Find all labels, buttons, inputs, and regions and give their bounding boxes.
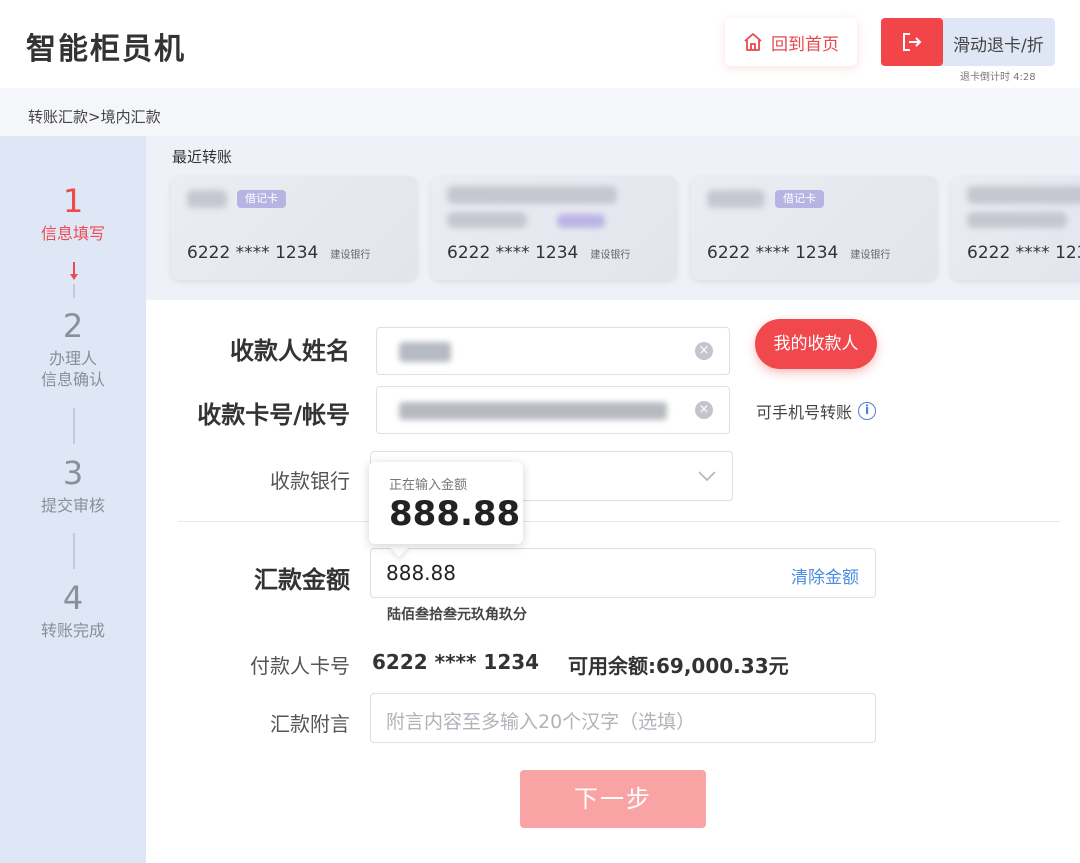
- card-number-text: 6222 **** 1234: [707, 243, 839, 263]
- blurred-name: [447, 212, 527, 228]
- card-bank: 建设银行: [330, 250, 371, 261]
- recent-card[interactable]: 6222 **** 1234 建设银行: [431, 176, 677, 280]
- payee-name-input[interactable]: ×: [376, 327, 730, 375]
- step-number: 1: [62, 182, 84, 220]
- clear-amount-link[interactable]: 清除金额: [791, 563, 859, 588]
- card-number: 6222 **** 1234: [967, 243, 1080, 263]
- payer-card-label: 付款人卡号: [250, 654, 350, 678]
- my-payee-button[interactable]: 我的收款人: [755, 319, 877, 369]
- clear-input-icon[interactable]: ×: [695, 342, 713, 360]
- blurred-badge: [557, 214, 605, 228]
- exit-label: 滑动退卡/折: [953, 36, 1044, 56]
- blurred-name: [967, 186, 1080, 204]
- home-button[interactable]: 回到首页: [725, 18, 857, 66]
- amount-label: 汇款金额: [254, 566, 350, 594]
- step-1: 1 信息填写: [0, 183, 146, 244]
- recent-card[interactable]: 6222 **** 1234: [951, 176, 1080, 280]
- card-type-badge: 借记卡: [237, 190, 286, 208]
- amount-value: 888.88: [386, 561, 456, 585]
- memo-placeholder: 附言内容至多输入20个汉字（选填）: [386, 711, 696, 733]
- payee-account-input[interactable]: ×: [376, 386, 730, 434]
- bank-label: 收款银行: [270, 469, 350, 493]
- recent-transfers-title: 最近转账: [172, 148, 233, 166]
- amount-in-words: 陆佰叁拾叁元玖角玖分: [387, 607, 527, 623]
- phone-transfer-hint: 可手机号转账 i: [756, 399, 877, 423]
- step-connector: [73, 284, 75, 298]
- top-header: 智能柜员机 回到首页 滑动退卡/折 退卡倒计时 4:28: [0, 0, 1080, 88]
- payee-account-label: 收款卡号/帐号: [197, 401, 350, 429]
- step-connector: [73, 408, 75, 444]
- card-number-text: 6222 **** 1234: [967, 243, 1080, 263]
- step-connector: [73, 533, 75, 569]
- step-label-line: 信息确认: [40, 370, 105, 389]
- exit-timer: 退卡倒计时 4:28: [960, 72, 1036, 83]
- form-divider: [178, 521, 1060, 522]
- phone-transfer-label: 可手机号转账: [756, 403, 853, 422]
- step-2: 2 办理人 信息确认: [0, 308, 146, 390]
- home-button-label: 回到首页: [771, 34, 839, 55]
- chevron-down-icon: [698, 471, 716, 482]
- card-number: 6222 **** 1234 建设银行: [447, 243, 630, 263]
- step-label-line: 办理人: [48, 349, 97, 368]
- exit-icon: [903, 33, 922, 51]
- card-bank: 建设银行: [590, 250, 631, 261]
- card-type-badge: 借记卡: [775, 190, 824, 208]
- popup-label: 正在输入金额: [389, 478, 468, 493]
- exit-card-slider[interactable]: 滑动退卡/折: [881, 18, 1055, 66]
- exit-handle[interactable]: [881, 18, 943, 66]
- card-number: 6222 **** 1234 建设银行: [187, 243, 370, 263]
- arrow-down-icon: [70, 262, 78, 280]
- step-number: 2: [62, 307, 84, 345]
- blurred-name: [399, 342, 451, 362]
- memo-label: 汇款附言: [270, 712, 350, 736]
- step-label: 信息填写: [40, 224, 105, 243]
- home-icon: [744, 33, 762, 51]
- card-bank: 建设银行: [850, 250, 891, 261]
- step-3: 3 提交审核: [0, 455, 146, 516]
- card-number-text: 6222 **** 1234: [447, 243, 579, 263]
- app-title: 智能柜员机: [26, 32, 186, 67]
- blurred-name: [187, 190, 227, 208]
- clear-input-icon[interactable]: ×: [695, 401, 713, 419]
- available-balance: 可用余额:69,000.33元: [568, 654, 789, 678]
- blurred-name: [447, 186, 617, 204]
- recent-card[interactable]: 借记卡 6222 **** 1234 建设银行: [691, 176, 937, 280]
- step-4: 4 转账完成: [0, 580, 146, 641]
- payee-name-label: 收款人姓名: [230, 337, 350, 365]
- info-icon[interactable]: i: [858, 402, 877, 420]
- step-number: 3: [62, 454, 84, 492]
- blurred-account: [399, 402, 667, 420]
- payer-card-number: 6222 **** 1234: [372, 650, 540, 674]
- card-number: 6222 **** 1234 建设银行: [707, 243, 890, 263]
- step-label: 转账完成: [40, 621, 105, 640]
- next-step-button[interactable]: 下一步: [520, 770, 706, 828]
- popup-value: 888.88: [389, 494, 521, 534]
- blurred-name: [707, 190, 765, 208]
- step-label: 办理人 信息确认: [0, 348, 146, 390]
- blurred-name: [967, 212, 1067, 228]
- step-number: 4: [62, 579, 84, 617]
- step-label: 提交审核: [40, 496, 105, 515]
- amount-preview-popup: 正在输入金额 888.88: [369, 462, 523, 544]
- breadcrumb: 转账汇款>境内汇款: [28, 108, 161, 126]
- recent-card[interactable]: 借记卡 6222 **** 1234 建设银行: [171, 176, 417, 280]
- card-number-text: 6222 **** 1234: [187, 243, 319, 263]
